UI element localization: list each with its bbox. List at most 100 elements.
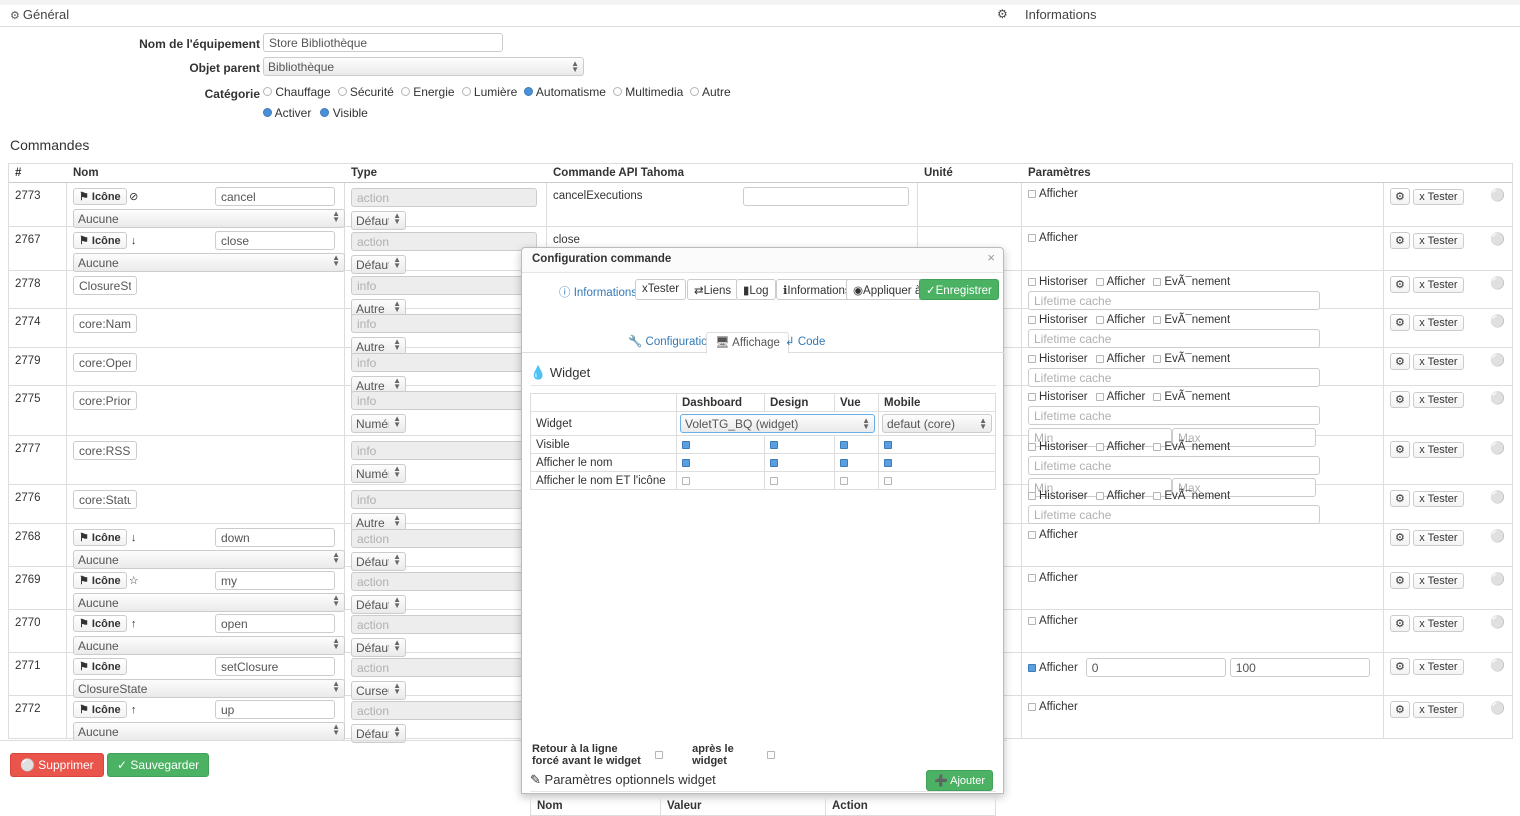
row-select[interactable]: Numériqu bbox=[351, 464, 406, 483]
remove-command-button[interactable]: ⚪ bbox=[1490, 615, 1505, 629]
lifetime-cache-input[interactable] bbox=[1028, 368, 1320, 387]
tester-button[interactable]: x Tester bbox=[1413, 490, 1464, 507]
remove-command-button[interactable]: ⚪ bbox=[1490, 391, 1505, 405]
afficher-nom-icone-design-checkbox[interactable] bbox=[770, 476, 778, 485]
row-select[interactable]: Numériqu bbox=[351, 414, 406, 433]
afficher-checkbox[interactable] bbox=[1095, 277, 1104, 286]
gears-icon[interactable]: ⚙ bbox=[1390, 314, 1410, 331]
remove-command-button[interactable]: ⚪ bbox=[1490, 701, 1505, 715]
gears-icon[interactable]: ⚙ bbox=[1390, 615, 1410, 632]
icone-button[interactable]: ⚑ Icône bbox=[73, 232, 127, 249]
visible-design-checkbox[interactable] bbox=[770, 440, 778, 449]
command-name-input[interactable] bbox=[215, 231, 335, 250]
icone-button[interactable]: ⚑ Icône bbox=[73, 529, 127, 546]
category-option-0[interactable]: Chauffage bbox=[263, 85, 331, 99]
afficher-nom-icone-vue-checkbox[interactable] bbox=[840, 476, 848, 485]
remove-command-button[interactable]: ⚪ bbox=[1490, 529, 1505, 543]
gears-icon[interactable]: ⚙ bbox=[1390, 701, 1410, 718]
icone-button[interactable]: ⚑ Icône bbox=[73, 701, 127, 718]
afficher-nom-dashboard-checkbox[interactable] bbox=[682, 458, 690, 467]
afficher-checkbox[interactable] bbox=[1028, 233, 1036, 242]
tester-button[interactable]: x Tester bbox=[1413, 276, 1464, 293]
gears-icon[interactable]: ⚙ bbox=[1390, 232, 1410, 249]
tester-button[interactable]: x Tester bbox=[1413, 529, 1464, 546]
historiser-checkbox[interactable] bbox=[1028, 392, 1036, 401]
command-name-input[interactable] bbox=[215, 187, 335, 206]
afficher-nom-icone-mobile-checkbox[interactable] bbox=[884, 476, 892, 485]
visible-vue-checkbox[interactable] bbox=[840, 440, 848, 449]
remove-command-button[interactable]: ⚪ bbox=[1490, 572, 1505, 586]
tester-button[interactable]: x Tester bbox=[1413, 701, 1464, 718]
command-name-input[interactable] bbox=[73, 441, 137, 460]
lifetime-cache-input[interactable] bbox=[1028, 505, 1320, 524]
afficher-checkbox[interactable] bbox=[1028, 616, 1036, 625]
tester-button[interactable]: x Tester bbox=[1413, 615, 1464, 632]
gears-icon[interactable]: ⚙ bbox=[1390, 441, 1410, 458]
remove-command-button[interactable]: ⚪ bbox=[1490, 276, 1505, 290]
icone-button[interactable]: ⚑ Icône bbox=[73, 615, 127, 632]
save-button[interactable]: ✓ Sauvegarder bbox=[107, 753, 210, 777]
tab-informations[interactable]: ⓘ Informations bbox=[559, 284, 637, 300]
afficher-nom-icone-dashboard-checkbox[interactable] bbox=[682, 476, 690, 485]
gears-icon[interactable]: ⚙ bbox=[997, 7, 1008, 21]
enable-visible-group[interactable]: Activer Visible bbox=[263, 106, 377, 120]
afficher-checkbox[interactable] bbox=[1028, 530, 1036, 539]
lifetime-cache-input[interactable] bbox=[1028, 291, 1320, 310]
widget-dashboard-select[interactable]: VoletTG_BQ (widget) bbox=[680, 414, 875, 433]
evenement-checkbox[interactable] bbox=[1153, 491, 1162, 500]
remove-command-button[interactable]: ⚪ bbox=[1490, 232, 1505, 246]
modal-liens-button[interactable]: ⇄Liens bbox=[687, 279, 739, 300]
parent-object-select[interactable]: Bibliothèque bbox=[263, 57, 584, 76]
command-name-input[interactable] bbox=[73, 353, 137, 372]
add-param-button[interactable]: ➕ Ajouter bbox=[925, 770, 993, 791]
modal-appliquer-button[interactable]: ◉Appliquer à bbox=[846, 279, 929, 300]
tester-button[interactable]: x Tester bbox=[1413, 572, 1464, 589]
command-name-input[interactable] bbox=[215, 657, 335, 676]
remove-command-button[interactable]: ⚪ bbox=[1490, 314, 1505, 328]
category-option-3[interactable]: Lumière bbox=[461, 85, 517, 99]
historiser-checkbox[interactable] bbox=[1028, 442, 1036, 451]
remove-command-button[interactable]: ⚪ bbox=[1490, 658, 1505, 672]
remove-command-button[interactable]: ⚪ bbox=[1490, 353, 1505, 367]
modal-log-button[interactable]: ▮Log bbox=[736, 279, 776, 300]
historiser-checkbox[interactable] bbox=[1028, 354, 1036, 363]
lifetime-cache-input[interactable] bbox=[1028, 406, 1320, 425]
modal-enregistrer-button[interactable]: ✓Enregistrer bbox=[919, 279, 999, 300]
row-select[interactable]: Aucune bbox=[73, 253, 345, 272]
afficher-checkbox[interactable] bbox=[1095, 315, 1104, 324]
afficher-checkbox[interactable] bbox=[1028, 573, 1036, 582]
remove-command-button[interactable]: ⚪ bbox=[1490, 441, 1505, 455]
category-option-4[interactable]: Automatisme bbox=[524, 85, 606, 99]
category-radio-2[interactable] bbox=[400, 87, 410, 97]
command-name-input[interactable] bbox=[215, 700, 335, 719]
api-value-input[interactable] bbox=[743, 187, 909, 206]
row-select[interactable]: Aucune bbox=[73, 722, 345, 741]
icone-button[interactable]: ⚑ Icône bbox=[73, 658, 127, 675]
category-option-2[interactable]: Energie bbox=[400, 85, 455, 99]
visible-mobile-checkbox[interactable] bbox=[884, 440, 892, 449]
gears-icon[interactable]: ⚙ bbox=[1390, 353, 1410, 370]
gears-icon[interactable]: ⚙ bbox=[1390, 490, 1410, 507]
category-option-5[interactable]: Multimedia bbox=[612, 85, 683, 99]
gears-icon[interactable]: ⚙ bbox=[1390, 276, 1410, 293]
afficher-nom-vue-checkbox[interactable] bbox=[840, 458, 848, 467]
row-select[interactable]: Aucune bbox=[73, 209, 345, 228]
historiser-checkbox[interactable] bbox=[1028, 315, 1036, 324]
afficher-checkbox[interactable] bbox=[1028, 702, 1036, 711]
afficher-nom-mobile-checkbox[interactable] bbox=[884, 458, 892, 467]
toggle-option-1[interactable]: Visible bbox=[320, 106, 368, 120]
remove-command-button[interactable]: ⚪ bbox=[1490, 490, 1505, 504]
command-name-input[interactable] bbox=[73, 276, 137, 295]
close-icon[interactable]: × bbox=[987, 250, 995, 265]
command-name-input[interactable] bbox=[73, 314, 137, 333]
gears-icon[interactable]: ⚙ bbox=[1390, 658, 1410, 675]
command-name-input[interactable] bbox=[215, 614, 335, 633]
command-name-input[interactable] bbox=[215, 528, 335, 547]
gears-icon[interactable]: ⚙ bbox=[1390, 188, 1410, 205]
toggle-option-0[interactable]: Activer bbox=[263, 106, 311, 120]
category-radio-4[interactable] bbox=[524, 87, 534, 97]
lifetime-cache-input[interactable] bbox=[1028, 329, 1320, 348]
afficher-checkbox[interactable] bbox=[1095, 491, 1104, 500]
icone-button[interactable]: ⚑ Icône bbox=[73, 572, 127, 589]
linebreak-after-checkbox[interactable] bbox=[767, 751, 776, 759]
